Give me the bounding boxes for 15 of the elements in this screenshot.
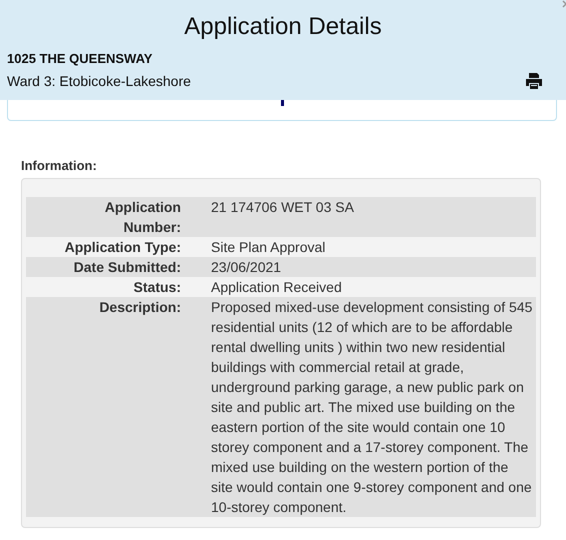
print-icon[interactable] xyxy=(525,72,543,90)
ward-label: Ward 3: Etobicoke-Lakeshore xyxy=(7,72,191,90)
field-value: Site Plan Approval xyxy=(211,238,326,257)
address: 1025 THE QUEENSWAY xyxy=(7,51,152,67)
field-label: Description: xyxy=(98,298,181,317)
field-label: Application Type: xyxy=(64,238,181,257)
field-label: Date Submitted: xyxy=(72,258,181,277)
field-label: Status: xyxy=(132,278,181,297)
field-value: Application Received xyxy=(211,278,343,297)
dialog-title: Application Details xyxy=(183,12,383,42)
field-value: 23/06/2021 xyxy=(211,258,282,277)
field-label: Application Number: xyxy=(104,198,181,237)
field-value: Proposed mixed-use development consisting of 545 residential units (12 of which are to be affordable rental dwelling units ) within two new residential buildings with commercial retail at grade, underground parking garage, a new public park on site and public art. The mixed use building on the eastern portion of the site would contain one 10 storey component and a 17-storey component. The mixed use building on the western portion of the site would contain one 9-storey component and one 10-storey component. xyxy=(211,298,533,517)
section-heading: Information: xyxy=(21,158,97,174)
field-value: 21 174706 WET 03 SA xyxy=(211,198,355,217)
